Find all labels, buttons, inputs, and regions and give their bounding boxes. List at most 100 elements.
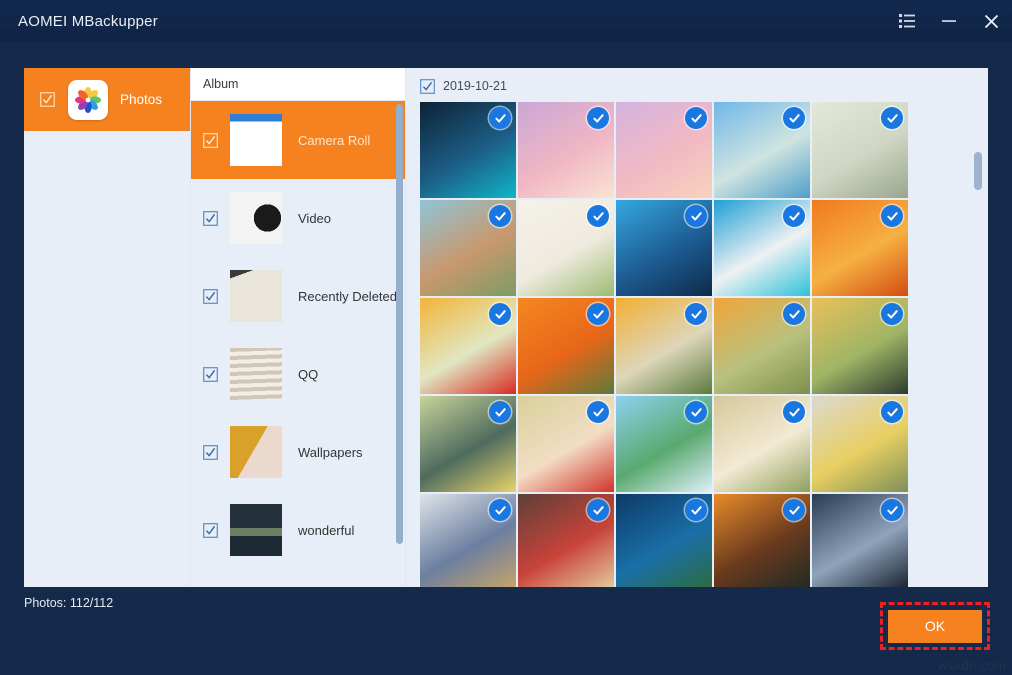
- photo-thumbnail[interactable]: [420, 102, 516, 198]
- album-scrollbar-thumb[interactable]: [396, 104, 403, 544]
- photo-selected-check-icon[interactable]: [783, 303, 805, 325]
- album-item-label: wonderful: [298, 523, 354, 538]
- album-list[interactable]: Camera Roll Video Recently Deleted QQ Wallpa…: [191, 101, 405, 587]
- photo-thumbnail[interactable]: [616, 200, 712, 296]
- close-button[interactable]: [970, 0, 1012, 42]
- photo-thumbnail[interactable]: [812, 494, 908, 587]
- photo-thumbnail[interactable]: [420, 298, 516, 394]
- photo-selected-check-icon[interactable]: [489, 303, 511, 325]
- album-thumbnail: [230, 114, 282, 166]
- photo-grid-column: 2019-10-21: [406, 68, 988, 587]
- title-bar: AOMEI MBackupper: [0, 0, 1012, 42]
- album-column: Album Camera Roll Video Recently Deleted QQ…: [191, 68, 406, 587]
- photo-selected-check-icon[interactable]: [783, 205, 805, 227]
- album-item-label: Recently Deleted: [298, 289, 397, 304]
- album-checkbox[interactable]: [203, 289, 218, 304]
- photos-pinwheel-icon: [68, 80, 108, 120]
- ok-button-annotation: OK: [880, 602, 990, 650]
- photo-thumbnail[interactable]: [518, 298, 614, 394]
- photo-selected-check-icon[interactable]: [881, 303, 903, 325]
- album-checkbox[interactable]: [203, 445, 218, 460]
- album-checkbox[interactable]: [203, 133, 218, 148]
- album-thumbnail: [230, 504, 282, 556]
- photo-thumbnail[interactable]: [714, 102, 810, 198]
- photo-selected-check-icon[interactable]: [489, 205, 511, 227]
- photo-thumbnail[interactable]: [420, 396, 516, 492]
- album-item-label: Camera Roll: [298, 133, 370, 148]
- photo-selected-check-icon[interactable]: [685, 107, 707, 129]
- album-header: Album: [191, 68, 405, 101]
- sidebar-item-label: Photos: [120, 92, 162, 107]
- photo-thumbnail[interactable]: [714, 494, 810, 587]
- photo-thumbnail[interactable]: [616, 298, 712, 394]
- album-thumbnail: [230, 192, 282, 244]
- photo-thumbnail[interactable]: [616, 396, 712, 492]
- photo-thumbnail[interactable]: [812, 102, 908, 198]
- photo-thumbnail[interactable]: [518, 396, 614, 492]
- photo-selected-check-icon[interactable]: [587, 401, 609, 423]
- album-thumbnail: [230, 270, 282, 322]
- photo-selected-check-icon[interactable]: [587, 499, 609, 521]
- list-view-icon[interactable]: [886, 0, 928, 42]
- photo-thumbnail[interactable]: [812, 298, 908, 394]
- photo-selected-check-icon[interactable]: [783, 499, 805, 521]
- photo-selected-check-icon[interactable]: [881, 205, 903, 227]
- photo-selected-check-icon[interactable]: [587, 107, 609, 129]
- album-item[interactable]: Camera Roll: [191, 101, 405, 179]
- photo-count-status: Photos: 112/112: [24, 596, 113, 610]
- photo-grid-scrollbar-thumb[interactable]: [974, 152, 982, 190]
- photo-thumbnail[interactable]: [420, 200, 516, 296]
- photo-selected-check-icon[interactable]: [685, 303, 707, 325]
- photo-thumbnail[interactable]: [812, 200, 908, 296]
- album-item[interactable]: QQ: [191, 335, 405, 413]
- photo-selected-check-icon[interactable]: [587, 303, 609, 325]
- album-thumbnail: [230, 426, 282, 478]
- album-item[interactable]: wonderful: [191, 491, 405, 569]
- album-thumbnail: [230, 348, 282, 400]
- photo-selected-check-icon[interactable]: [489, 401, 511, 423]
- photo-selected-check-icon[interactable]: [489, 107, 511, 129]
- photo-thumbnail[interactable]: [714, 298, 810, 394]
- photo-selected-check-icon[interactable]: [881, 401, 903, 423]
- minimize-button[interactable]: [928, 0, 970, 42]
- photo-selected-check-icon[interactable]: [881, 107, 903, 129]
- app-title: AOMEI MBackupper: [18, 13, 158, 30]
- album-item[interactable]: Recently Deleted: [191, 257, 405, 335]
- album-item[interactable]: Video: [191, 179, 405, 257]
- photo-selected-check-icon[interactable]: [489, 499, 511, 521]
- photo-selected-check-icon[interactable]: [881, 499, 903, 521]
- album-checkbox[interactable]: [203, 211, 218, 226]
- album-item-label: Video: [298, 211, 331, 226]
- photo-selected-check-icon[interactable]: [685, 205, 707, 227]
- photo-selected-check-icon[interactable]: [783, 107, 805, 129]
- photo-thumbnail-grid[interactable]: [406, 96, 988, 587]
- window-controls: [886, 0, 1012, 42]
- ok-button[interactable]: OK: [888, 610, 982, 643]
- album-item[interactable]: Wallpapers: [191, 413, 405, 491]
- photo-selected-check-icon[interactable]: [685, 499, 707, 521]
- album-checkbox[interactable]: [203, 367, 218, 382]
- work-area: Photos Album Camera Roll Video Recently De…: [24, 68, 988, 587]
- sidebar-item-photos[interactable]: Photos: [24, 68, 190, 131]
- photo-thumbnail[interactable]: [616, 494, 712, 587]
- watermark-text: wsxdn.com: [938, 658, 1006, 673]
- photo-thumbnail[interactable]: [518, 494, 614, 587]
- photo-selected-check-icon[interactable]: [685, 401, 707, 423]
- photo-thumbnail[interactable]: [812, 396, 908, 492]
- photo-thumbnail[interactable]: [616, 102, 712, 198]
- photo-thumbnail[interactable]: [714, 396, 810, 492]
- photo-thumbnail[interactable]: [518, 200, 614, 296]
- album-item-label: Wallpapers: [298, 445, 363, 460]
- date-group-header[interactable]: 2019-10-21: [406, 68, 988, 96]
- date-group-checkbox[interactable]: [420, 79, 435, 94]
- photo-selected-check-icon[interactable]: [587, 205, 609, 227]
- photo-thumbnail[interactable]: [518, 102, 614, 198]
- album-checkbox[interactable]: [203, 523, 218, 538]
- photo-thumbnail[interactable]: [420, 494, 516, 587]
- photo-thumbnail[interactable]: [714, 200, 810, 296]
- photo-selected-check-icon[interactable]: [783, 401, 805, 423]
- footer-bar: Photos: 112/112 OK wsxdn.com: [0, 587, 1012, 675]
- date-group-label: 2019-10-21: [443, 79, 507, 93]
- album-item-label: QQ: [298, 367, 318, 382]
- photos-checkbox[interactable]: [40, 92, 55, 107]
